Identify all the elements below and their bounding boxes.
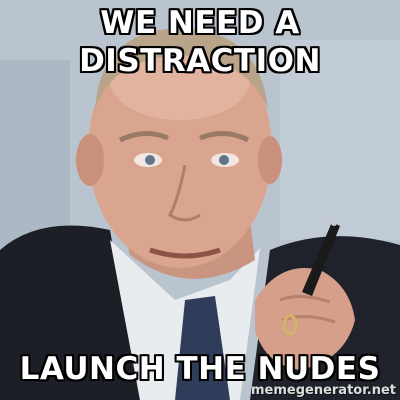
top-caption-line-1: WE NEED A [100,5,300,41]
meme-image: WE NEED A DISTRACTION LAUNCH THE NUDES m… [0,0,400,400]
top-caption-line-2: DISTRACTION [79,43,321,79]
top-caption: WE NEED A DISTRACTION [0,4,400,80]
watermark: memegenerator.net [250,383,396,398]
